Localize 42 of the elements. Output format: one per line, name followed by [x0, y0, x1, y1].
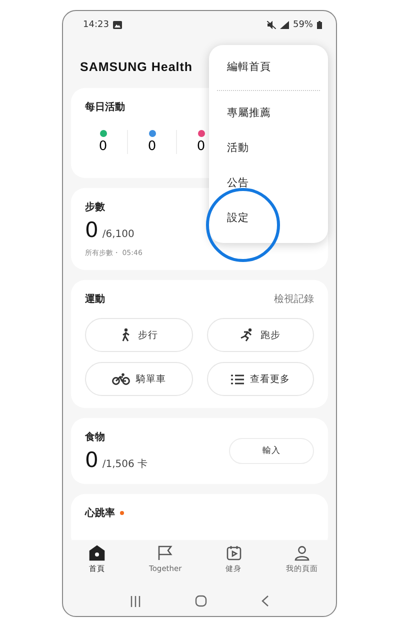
- cyclist-icon: [112, 373, 130, 385]
- card-title: 心跳率: [85, 506, 115, 520]
- view-history-link[interactable]: 檢視記錄: [274, 292, 314, 306]
- signal-icon: [280, 21, 289, 29]
- exercise-button[interactable]: 查看更多: [206, 362, 314, 396]
- walking-person-icon: [120, 328, 132, 342]
- card-title: 每日活動: [85, 100, 125, 114]
- activity-value: 0: [196, 139, 206, 154]
- food-goal: /1,506 卡: [102, 459, 148, 470]
- clock-time: 14:23: [83, 20, 109, 30]
- steps-value: 0: [85, 218, 98, 242]
- card-title: 步數: [85, 200, 105, 214]
- heart-rate-card[interactable]: 心跳率: [71, 494, 328, 540]
- app-logo: SAMSUNG Health: [79, 59, 193, 76]
- food-value: 0: [85, 448, 98, 472]
- card-title: 運動: [85, 292, 105, 306]
- menu-item[interactable]: 活動: [227, 130, 249, 165]
- menu-item[interactable]: 專屬推薦: [227, 95, 271, 130]
- mute-icon: [266, 21, 276, 29]
- person-icon: [294, 545, 310, 561]
- exercise-button[interactable]: 步行: [85, 318, 192, 352]
- calendar-play-icon: [226, 545, 242, 561]
- gallery-icon: [112, 21, 122, 29]
- input-button[interactable]: 輸入: [229, 438, 314, 464]
- menu-item[interactable]: 編輯首頁: [227, 49, 271, 84]
- back-icon[interactable]: [261, 595, 269, 607]
- running-person-icon: [240, 328, 254, 342]
- card-title: 食物: [85, 430, 105, 444]
- steps-goal: /6,100: [102, 229, 134, 240]
- recent-apps-icon[interactable]: [130, 596, 141, 606]
- menu-item[interactable]: 設定: [227, 200, 249, 235]
- exercise-button[interactable]: 跑步: [206, 318, 314, 352]
- flag-icon: [157, 545, 174, 561]
- food-card[interactable]: 食物 0 /1,506 卡 輸入: [71, 418, 328, 484]
- activity-value: 0: [148, 139, 156, 154]
- battery-percent: 59%: [292, 20, 313, 30]
- list-icon: [230, 374, 244, 384]
- home-button-icon[interactable]: [195, 595, 207, 607]
- activity-value: 0: [98, 139, 108, 154]
- exercise-button[interactable]: 騎單車: [85, 362, 192, 396]
- home-icon: [89, 545, 106, 561]
- battery-icon: [317, 21, 322, 29]
